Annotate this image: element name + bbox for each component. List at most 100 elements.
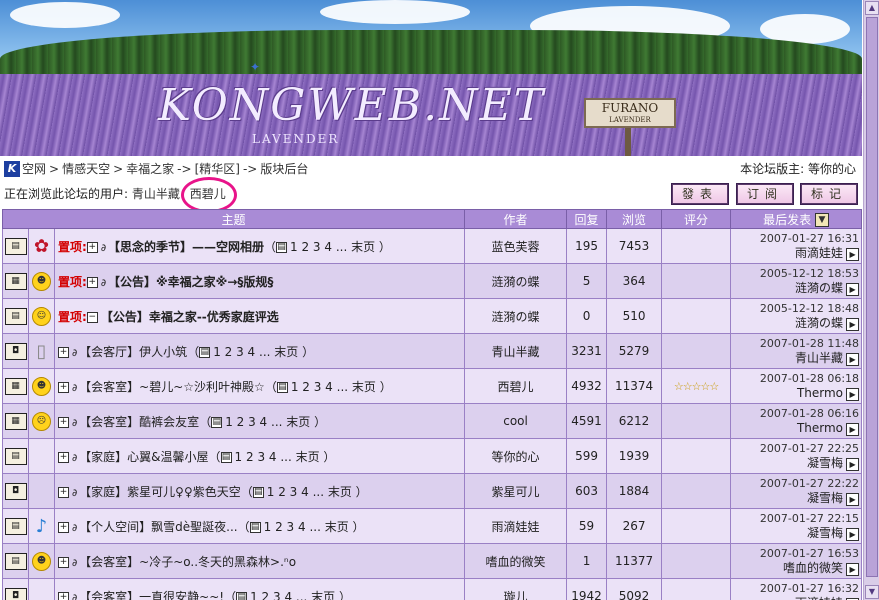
topic-title-link[interactable]: 【思念的季节】——空网相册	[108, 240, 264, 254]
table-row[interactable]: ▤ ✿ 置项: + ∂ 【思念的季节】——空网相册（▤ 1 2 3 4 ... 末页 ） 蓝色…	[2, 228, 863, 264]
page-links[interactable]: 1 2 3 4 ... 末页	[264, 520, 349, 534]
go-to-last-post-icon[interactable]: ▶	[846, 422, 860, 436]
table-row[interactable]: ▤ ☺ 置项: − 【公告】幸福之家--优秀家庭评选 涟漪の蝶 0 510 2005-12-12…	[2, 298, 863, 334]
author-cell[interactable]: 紫星可儿	[464, 473, 568, 509]
vertical-scrollbar[interactable]: ▲ ▼	[863, 0, 879, 600]
page-links[interactable]: 1 2 3 4 ... 末页	[267, 485, 352, 499]
table-row[interactable]: ▦ ☻ 置项: + ∂ 【公告】※幸福之家※→§版规§ 涟漪の蝶 5 364 2005-12-12…	[2, 263, 863, 299]
author-link[interactable]: 雨滴娃娃	[492, 520, 540, 534]
breadcrumb-happy-home[interactable]: 幸福之家	[126, 162, 174, 176]
author-cell[interactable]: 雨滴娃娃	[464, 508, 568, 544]
mark-button[interactable]: 标记	[800, 183, 858, 205]
table-row[interactable]: ▦ ☹ + ∂ 【会客室】酷裤会友室（▤ 1 2 3 4 ... 末页 ） cool 4591…	[2, 403, 863, 439]
author-cell[interactable]: 涟漪の蝶	[464, 298, 568, 334]
topic-title-link[interactable]: 【会客室】一直很安静~~!	[79, 590, 224, 600]
expand-icon[interactable]: −	[86, 311, 98, 323]
header-last-post[interactable]: 最后发表 ▼	[730, 209, 863, 229]
topic-title-link[interactable]: 【会客室】酷裤会友室	[79, 415, 199, 429]
table-row[interactable]: ◘ + ∂ 【家庭】紫星可儿♀♀紫色天空（▤ 1 2 3 4 ... 末页 ） 紫星可儿 6…	[2, 473, 863, 509]
last-post-user[interactable]: 凝雪梅	[807, 526, 843, 540]
author-cell[interactable]: 嗜血的微笑	[464, 543, 568, 579]
last-post-user[interactable]: 雨滴娃娃	[795, 246, 843, 260]
author-link[interactable]: 西碧儿	[498, 380, 534, 394]
table-row[interactable]: ▤ + ∂ 【家庭】心翼&温馨小屋（▤ 1 2 3 4 ... 末页 ）等你的心 599 1…	[2, 438, 863, 474]
author-cell[interactable]: 西碧儿	[464, 368, 568, 404]
topic-title-link[interactable]: 【家庭】心翼&温馨小屋	[79, 450, 208, 464]
expand-icon[interactable]: +	[58, 556, 69, 568]
go-to-last-post-icon[interactable]: ▶	[846, 387, 860, 401]
page-links[interactable]: 1 2 3 4 ... 末页	[225, 415, 310, 429]
table-row[interactable]: ▤ ♪ + ∂ 【个人空间】飘雪dè聖誕夜...（▤ 1 2 3 4 ... 末页 ） 雨滴…	[2, 508, 863, 544]
site-k-icon[interactable]: K	[4, 161, 20, 177]
topic-title-link[interactable]: 【家庭】紫星可儿♀♀紫色天空	[79, 485, 241, 499]
author-link[interactable]: 涟漪の蝶	[492, 275, 540, 289]
expand-icon[interactable]: +	[58, 381, 69, 393]
last-post-user[interactable]: 嗜血的微笑	[783, 561, 843, 575]
author-link[interactable]: 青山半藏	[492, 345, 540, 359]
browsing-user[interactable]: 青山半藏	[132, 187, 180, 201]
page-links[interactable]: 1 2 3 4 ... 末页	[250, 590, 335, 600]
expand-icon[interactable]: +	[58, 591, 69, 600]
author-cell[interactable]: 涟漪の蝶	[464, 263, 568, 299]
moderator-info[interactable]: 本论坛版主: 等你的心	[740, 158, 856, 180]
last-post-user[interactable]: 涟漪の蝶	[795, 281, 843, 295]
go-to-last-post-icon[interactable]: ▶	[846, 317, 860, 331]
expand-icon[interactable]: +	[58, 416, 69, 428]
page-links[interactable]: 1 2 3 4 ... 末页	[291, 380, 376, 394]
expand-icon[interactable]: +	[86, 241, 98, 253]
topic-title-link[interactable]: 【公告】※幸福之家※→§版规§	[108, 275, 273, 289]
topic-title-link[interactable]: 【会客厅】伊人小筑	[79, 345, 187, 359]
author-link[interactable]: 嗜血的微笑	[486, 555, 546, 569]
last-post-user[interactable]: 青山半藏	[795, 351, 843, 365]
author-cell[interactable]: 璇儿	[464, 578, 568, 600]
author-link[interactable]: cool	[503, 414, 528, 428]
go-to-last-post-icon[interactable]: ▶	[846, 352, 860, 366]
author-link[interactable]: 等你的心	[492, 450, 540, 464]
scroll-thumb[interactable]	[866, 17, 878, 577]
page-links[interactable]: 1 2 3 4 ... 末页	[235, 450, 320, 464]
last-post-user[interactable]: Thermo	[797, 421, 843, 435]
topic-title-link[interactable]: 【公告】幸福之家--优秀家庭评选	[101, 310, 279, 324]
header-topic[interactable]: 主题	[1, 209, 466, 229]
author-link[interactable]: 璇儿	[504, 590, 528, 600]
go-to-last-post-icon[interactable]: ▶	[846, 247, 860, 261]
author-cell[interactable]: 等你的心	[464, 438, 568, 474]
go-to-last-post-icon[interactable]: ▶	[846, 457, 860, 471]
author-link[interactable]: 紫星可儿	[492, 485, 540, 499]
expand-icon[interactable]: +	[86, 276, 98, 288]
author-link[interactable]: 涟漪の蝶	[492, 310, 540, 324]
topic-title-link[interactable]: 【会客室】~碧儿~☆沙利叶神殿☆	[79, 380, 265, 394]
go-to-last-post-icon[interactable]: ▶	[846, 282, 860, 296]
page-links[interactable]: 1 2 3 4 ... 末页	[213, 345, 298, 359]
author-cell[interactable]: 青山半藏	[464, 333, 568, 369]
last-post-user[interactable]: 雨滴娃娃	[795, 596, 843, 600]
go-to-last-post-icon[interactable]: ▶	[846, 562, 860, 576]
header-views[interactable]: 浏览	[606, 209, 663, 229]
header-rating[interactable]: 评分	[661, 209, 732, 229]
page-links[interactable]: 1 2 3 4 ... 末页	[290, 240, 375, 254]
breadcrumb-home[interactable]: 空网	[22, 162, 46, 176]
post-button[interactable]: 發表	[671, 183, 729, 205]
scroll-up-arrow-icon[interactable]: ▲	[865, 1, 879, 15]
subscribe-button[interactable]: 订阅	[736, 183, 794, 205]
sort-down-icon[interactable]: ▼	[814, 213, 829, 227]
table-row[interactable]: ◘ + ∂ 【会客室】一直很安静~~!（▤ 1 2 3 4 ... 末页 ） 璇儿 1942…	[2, 578, 863, 600]
topic-title-link[interactable]: 【个人空间】飘雪dè聖誕夜...	[79, 520, 237, 534]
author-cell[interactable]: cool	[464, 403, 568, 439]
scroll-down-arrow-icon[interactable]: ▼	[865, 585, 879, 599]
last-post-user[interactable]: Thermo	[797, 386, 843, 400]
last-post-user[interactable]: 涟漪の蝶	[795, 316, 843, 330]
expand-icon[interactable]: +	[58, 486, 69, 498]
breadcrumb-essence[interactable]: [精华区]	[195, 162, 240, 176]
table-row[interactable]: ▦ ☻ + ∂ 【会客室】~碧儿~☆沙利叶神殿☆（▤ 1 2 3 4 ... 末页 ） 西碧…	[2, 368, 863, 404]
author-cell[interactable]: 蓝色芙蓉	[464, 228, 568, 264]
table-row[interactable]: ▤ ☻ + ∂ 【会客室】~冷子~o..冬天的黑森林>.ⁿo 嗜血的微笑 1 11377 200…	[2, 543, 863, 579]
breadcrumb-emotion-sky[interactable]: 情感天空	[62, 162, 110, 176]
expand-icon[interactable]: +	[58, 451, 69, 463]
go-to-last-post-icon[interactable]: ▶	[846, 492, 860, 506]
expand-icon[interactable]: +	[58, 346, 69, 358]
header-replies[interactable]: 回复	[566, 209, 608, 229]
last-post-user[interactable]: 凝雪梅	[807, 491, 843, 505]
breadcrumb-admin[interactable]: 版块后台	[260, 162, 308, 176]
go-to-last-post-icon[interactable]: ▶	[846, 527, 860, 541]
